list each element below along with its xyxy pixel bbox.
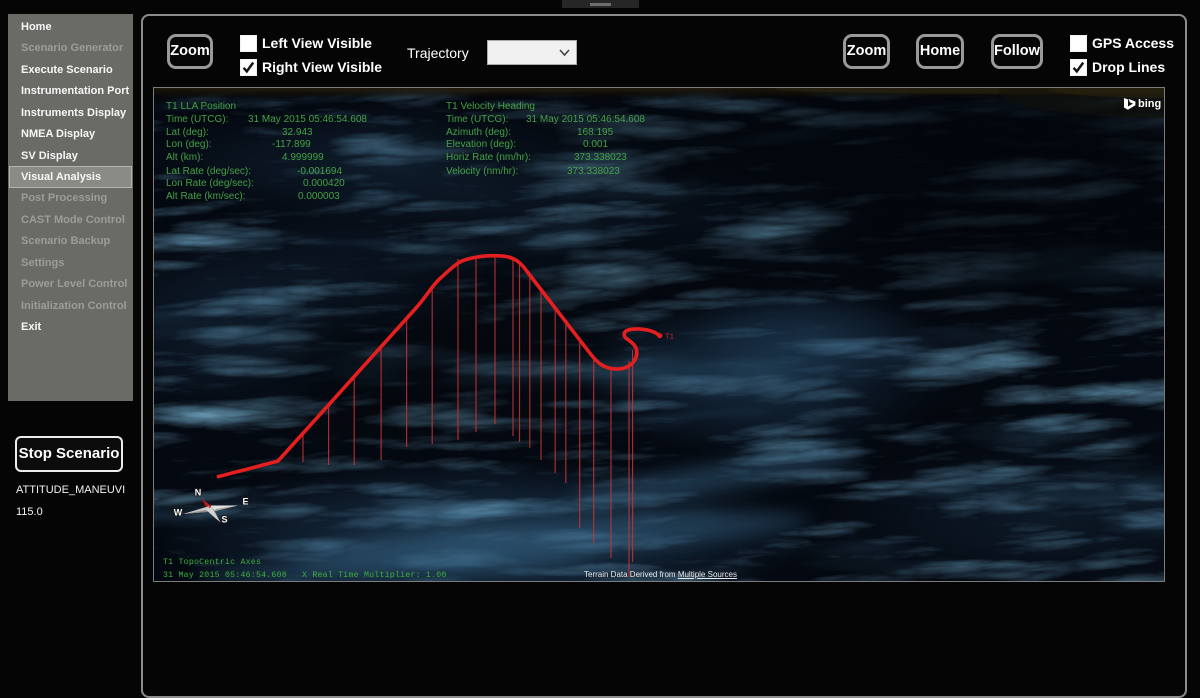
svg-text:E: E <box>242 497 248 507</box>
svg-text:N: N <box>195 488 202 498</box>
svg-text:bing: bing <box>1138 98 1161 110</box>
svg-text:S: S <box>221 515 227 525</box>
svg-text:W: W <box>174 508 183 518</box>
svg-text:T1: T1 <box>665 334 675 342</box>
